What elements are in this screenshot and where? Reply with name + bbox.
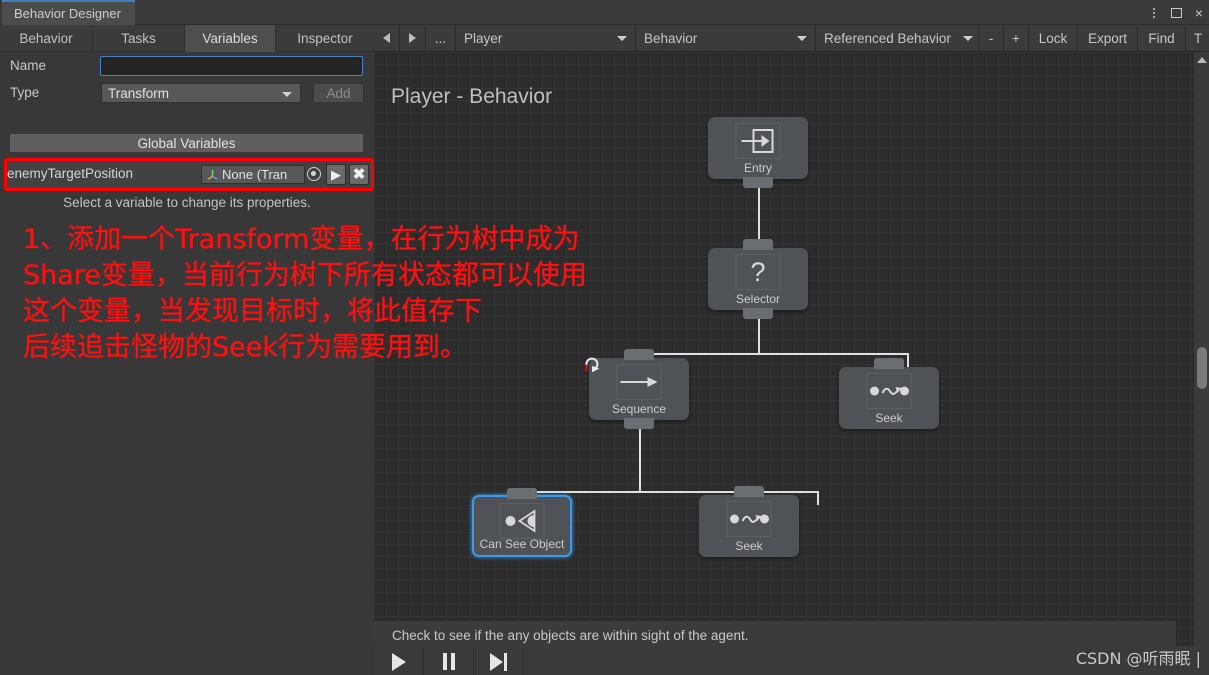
node-seek-right[interactable]: Seek (839, 358, 939, 429)
tab-variables[interactable]: Variables (185, 25, 276, 52)
node-sequence[interactable]: Sequence (585, 349, 689, 429)
entry-arrow-icon (735, 123, 781, 159)
edge-sequence-horizontal (529, 491, 819, 493)
overflow-dots-button[interactable]: ... (426, 25, 456, 51)
variable-hint-text: Select a variable to change its properti… (63, 195, 311, 210)
node-plug-bottom (624, 418, 654, 429)
node-plug-top (743, 239, 773, 250)
play-icon (391, 652, 406, 671)
node-plug-top (734, 486, 764, 497)
node-entry-label: Entry (743, 161, 772, 175)
close-icon[interactable]: × (1195, 6, 1203, 20)
step-forward-icon (490, 652, 507, 671)
name-row: Name (0, 52, 374, 79)
question-mark-icon: ? (735, 254, 781, 290)
type-label: Type (10, 85, 40, 100)
node-description-strip: Check to see if the any objects are with… (374, 621, 1176, 649)
window-tab-label: Behavior Designer (14, 5, 121, 21)
arrow-left-icon (383, 33, 390, 43)
node-seek-bottom-label: Seek (735, 539, 763, 553)
variable-play-button[interactable]: ▶ (326, 164, 346, 185)
referenced-behavior-value: Referenced Behavior (824, 30, 951, 46)
scroll-up-icon[interactable] (1196, 57, 1207, 63)
chevron-down-icon (282, 92, 292, 97)
annotation-text: 1、添加一个Transform变量，在行为树中成为 Share变量，当前行为树下… (23, 224, 587, 363)
node-seek-right-label: Seek (875, 411, 903, 425)
object-dropdown-value: Player (464, 30, 503, 46)
node-plug-bottom (743, 177, 773, 188)
tab-inspector-label: Inspector (297, 31, 353, 46)
chevron-down-icon (617, 36, 627, 41)
object-dropdown[interactable]: Player (456, 25, 636, 51)
object-picker-icon[interactable] (307, 167, 321, 181)
variable-object-value: None (Tran (222, 167, 288, 182)
tab-behavior[interactable]: Behavior (0, 25, 93, 52)
graph-title: Player - Behavior (391, 85, 553, 108)
edge-sequence-down (639, 421, 641, 493)
panel-tabstrip: Behavior Tasks Variables Inspector (0, 25, 374, 52)
node-plug-bottom (743, 308, 773, 319)
graph-toolbar: ... Player Behavior Referenced Behavior … (374, 25, 1209, 52)
step-button[interactable] (474, 648, 524, 675)
type-row: Type Transform Add (0, 79, 374, 106)
edge-to-seek2 (817, 491, 819, 505)
find-button[interactable]: Find (1138, 25, 1186, 51)
right-arrow-icon (616, 364, 662, 400)
tab-tasks[interactable]: Tasks (93, 25, 185, 52)
window-controls: × (1150, 0, 1203, 25)
pause-button[interactable] (424, 648, 474, 675)
seek-path-icon (726, 501, 772, 537)
variable-name-label: enemyTargetPosition (7, 166, 134, 181)
referenced-behavior-dropdown[interactable]: Referenced Behavior (816, 25, 979, 51)
node-plug-top (507, 488, 537, 499)
watermark: CSDN @听雨眠 | (1075, 649, 1201, 668)
tab-variables-label: Variables (202, 31, 258, 46)
variable-row[interactable]: enemyTargetPosition None (Tran ▶ ✖ (7, 161, 371, 188)
variable-object-field[interactable]: None (Tran (201, 165, 305, 184)
transform-axis-icon (207, 169, 218, 180)
type-dropdown[interactable]: Transform (101, 83, 301, 103)
type-dropdown-value: Transform (108, 86, 170, 101)
zoom-in-button[interactable]: + (1004, 25, 1029, 51)
eye-cone-icon (499, 503, 545, 539)
play-button[interactable] (374, 648, 424, 675)
add-variable-button[interactable]: Add (313, 83, 364, 103)
behavior-dropdown-value: Behavior (644, 30, 698, 46)
export-button[interactable]: Export (1078, 25, 1138, 51)
node-sequence-label: Sequence (611, 402, 667, 416)
global-variables-button[interactable]: Global Variables (9, 133, 364, 153)
tab-behavior-label: Behavior (19, 31, 73, 46)
behavior-designer-window: Behavior Designer × Behavior Tasks Varia… (0, 0, 1209, 675)
node-can-see-object[interactable]: Can See Object (472, 488, 572, 557)
arrow-right-icon (409, 33, 416, 43)
maximize-icon[interactable] (1170, 7, 1182, 18)
name-input[interactable] (100, 56, 363, 76)
zoom-out-button[interactable]: - (979, 25, 1004, 51)
window-titlebar: Behavior Designer × (0, 0, 1209, 25)
nav-back-button[interactable] (374, 25, 400, 51)
node-plug-top (874, 358, 904, 369)
seek-path-icon (866, 373, 912, 409)
node-seek-bottom[interactable]: Seek (699, 486, 799, 557)
name-label: Name (10, 58, 47, 73)
variable-delete-button[interactable]: ✖ (349, 164, 369, 185)
node-description-text: Check to see if the any objects are with… (392, 627, 749, 643)
kebab-menu-icon[interactable] (1150, 6, 1158, 20)
chevron-down-icon (963, 36, 973, 41)
graph-vertical-scrollbar[interactable] (1194, 52, 1209, 673)
tab-tasks-label: Tasks (121, 31, 156, 46)
behavior-dropdown[interactable]: Behavior (636, 25, 816, 51)
pause-icon (442, 653, 455, 670)
chevron-down-icon (797, 36, 807, 41)
tab-inspector[interactable]: Inspector (276, 25, 374, 52)
scrollbar-thumb[interactable] (1197, 347, 1207, 389)
node-entry[interactable]: Entry (708, 117, 808, 188)
truncated-button[interactable]: T (1186, 25, 1209, 51)
window-tab-behavior-designer[interactable]: Behavior Designer (2, 0, 135, 25)
nav-forward-button[interactable] (400, 25, 426, 51)
node-can-see-object-label: Can See Object (479, 537, 565, 551)
lock-button[interactable]: Lock (1029, 25, 1078, 51)
edge-entry-selector (758, 180, 760, 246)
